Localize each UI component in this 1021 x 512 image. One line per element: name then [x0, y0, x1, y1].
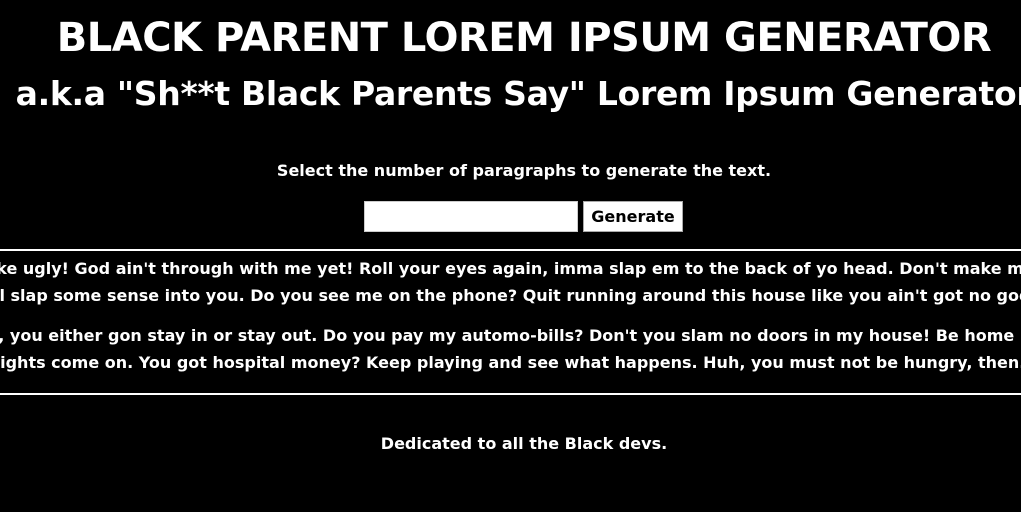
page-subtitle: a.k.a "Sh**t Black Parents Say" Lorem Ip…	[15, 74, 1021, 113]
generated-paragraph-line: lights come on. You got hospital money? …	[0, 353, 1021, 372]
generated-paragraph-line: vill slap some sense into you. Do you se…	[0, 286, 1021, 305]
output-divider-bottom	[0, 393, 1021, 395]
dedication-text: Dedicated to all the Black devs.	[380, 434, 668, 453]
page: BLACK PARENT LOREM IPSUM GENERATOR a.k.a…	[0, 0, 1021, 512]
paragraph-count-input[interactable]	[364, 201, 578, 232]
page-title: BLACK PARENT LOREM IPSUM GENERATOR	[56, 15, 992, 61]
output-divider-top	[0, 249, 1021, 251]
generated-paragraph-line: like ugly! God ain't through with me yet…	[0, 259, 1021, 278]
instructions-text: Select the number of paragraphs to gener…	[276, 161, 772, 180]
generate-button[interactable]: Generate	[583, 201, 683, 232]
generator-form: Generate	[364, 201, 683, 234]
generated-paragraph-line: se, you either gon stay in or stay out. …	[0, 326, 1021, 345]
